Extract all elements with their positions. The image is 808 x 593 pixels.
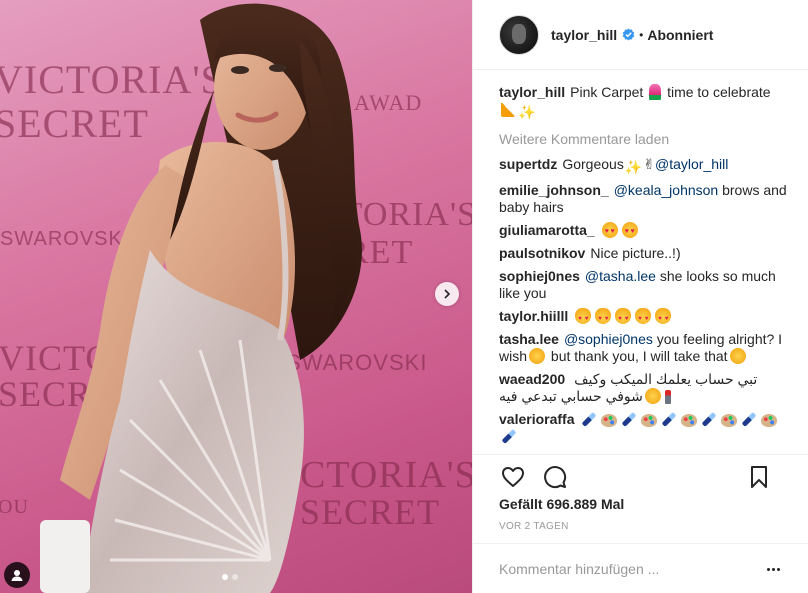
heart-eyes-emoji-icon: [601, 222, 618, 240]
follow-status-button[interactable]: Abonniert: [647, 27, 713, 43]
comment-item: waead200 تبي حساب يعلمك الميكب وكيف تبدع…: [499, 371, 789, 405]
comment-item: taylor.hiilll: [499, 308, 789, 328]
comment-text: Gorgeous: [562, 156, 624, 172]
heart-eyes-cat-emoji-icon: [575, 308, 592, 328]
comment-author[interactable]: emilie_johnson_: [499, 182, 609, 198]
comment-mention[interactable]: @keala_johnson: [614, 182, 719, 198]
comment-item: paulsotnikov Nice picture..!): [499, 245, 789, 262]
more-options-icon: [767, 567, 770, 571]
paintbrush-emoji-icon: [582, 412, 597, 427]
bookmark-icon: [751, 466, 767, 488]
paintbrush-emoji-icon: [662, 412, 677, 427]
caption-text: time to celebrate: [667, 84, 771, 100]
comment-input[interactable]: [499, 560, 749, 577]
comments-list: taylor_hill Pink Carpet time to celebrate…: [499, 84, 789, 454]
artist-palette-emoji-icon: [641, 414, 658, 427]
comment-item: sophiej0nes @tasha.lee she looks so much …: [499, 268, 789, 302]
comment-mention[interactable]: @sophiej0nes: [564, 331, 653, 347]
comment-author[interactable]: valerioraffa: [499, 411, 574, 427]
comment-item: valerioraffa: [499, 411, 789, 445]
sparkles-emoji-icon: ✨: [624, 159, 643, 175]
comment-text: Nice picture..!): [590, 245, 681, 261]
tears-of-joy-emoji-icon: [529, 348, 546, 364]
comment-author[interactable]: tasha.lee: [499, 331, 559, 347]
heart-eyes-cat-emoji-icon: [635, 308, 652, 328]
more-options-dot: [777, 567, 780, 571]
smirk-emoji-icon: [729, 348, 746, 364]
comment-item: tasha.lee @sophiej0nes you feeling alrigh…: [499, 331, 789, 365]
comment-author[interactable]: waead200: [499, 371, 565, 387]
post-photo[interactable]: VICTORIA'S SECRET AWAD CTORIA'S RET SWAR…: [0, 0, 472, 593]
more-options-button[interactable]: [767, 563, 783, 575]
post-side-panel: taylor_hill • Abonniert taylor_hill Pink …: [472, 0, 808, 593]
carousel-indicator: [222, 574, 238, 580]
heart-eyes-cat-emoji-icon: [595, 308, 612, 328]
add-comment-bar: [473, 543, 808, 593]
model-figure: [40, 3, 362, 593]
paintbrush-emoji-icon: [702, 412, 717, 427]
comment-item: emilie_johnson_ @keala_johnson brows and …: [499, 182, 789, 216]
comment-text: شوفي حسابي: [560, 388, 643, 404]
comment-item: supertdz Gorgeous✨✌@taylor_hill: [499, 156, 789, 176]
comment-mention[interactable]: @taylor_hill: [655, 156, 728, 172]
post-actions-bar: [473, 454, 808, 494]
load-more-comments-link[interactable]: Weitere Kommentare laden: [499, 131, 789, 147]
comment-author[interactable]: taylor.hiilll: [499, 308, 568, 324]
paintbrush-emoji-icon: [501, 429, 517, 444]
victory-hand-emoji-icon: ✌: [643, 156, 655, 172]
header-separator: •: [639, 27, 644, 42]
relieved-emoji-icon: [644, 388, 661, 404]
artist-palette-emoji-icon: [601, 414, 618, 427]
comment-author[interactable]: giuliamarotta_: [499, 222, 595, 238]
verified-badge-icon: [622, 28, 635, 41]
more-options-dot: [772, 567, 775, 571]
like-count[interactable]: Gefällt 696.889 Mal: [499, 496, 624, 512]
post-header: taylor_hill • Abonniert: [473, 0, 808, 70]
carousel-dot: [232, 574, 238, 580]
sparkles-emoji-icon: ✨: [518, 104, 536, 120]
artist-palette-emoji-icon: [761, 414, 778, 427]
caption-author[interactable]: taylor_hill: [499, 84, 565, 100]
comment-icon: [544, 466, 567, 489]
party-popper-emoji-icon: [501, 101, 515, 117]
save-button[interactable]: [745, 463, 773, 491]
tulip-emoji-icon: [649, 84, 662, 100]
paintbrush-emoji-icon: [742, 412, 757, 427]
like-button[interactable]: [499, 463, 527, 491]
heart-eyes-cat-emoji-icon: [615, 308, 632, 328]
paintbrush-emoji-icon: [622, 412, 637, 427]
chevron-right-icon: [444, 289, 451, 299]
comment-button[interactable]: [541, 463, 569, 491]
comment-item: giuliamarotta_: [499, 222, 789, 240]
post-timestamp[interactable]: VOR 2 TAGEN: [499, 521, 569, 532]
comment-text: but thank you, I will take that: [550, 348, 728, 364]
avatar[interactable]: [499, 14, 539, 55]
comment-author[interactable]: sophiej0nes: [499, 268, 580, 284]
lipstick-emoji-icon: [664, 390, 671, 404]
header-username[interactable]: taylor_hill: [551, 27, 617, 43]
post-caption: taylor_hill Pink Carpet time to celebrate…: [499, 84, 789, 121]
heart-icon: [502, 467, 524, 487]
heart-eyes-emoji-icon: [621, 222, 638, 240]
comment-author[interactable]: paulsotnikov: [499, 245, 585, 261]
comment-author[interactable]: supertdz: [499, 156, 557, 172]
instagram-post: VICTORIA'S SECRET AWAD CTORIA'S RET SWAR…: [0, 0, 808, 593]
artist-palette-emoji-icon: [721, 414, 738, 427]
carousel-dot-active: [222, 574, 228, 580]
next-image-button[interactable]: [435, 282, 459, 306]
tagged-users-button[interactable]: [4, 562, 30, 588]
comment-mention[interactable]: @tasha.lee: [585, 268, 656, 284]
heart-eyes-cat-emoji-icon: [655, 308, 672, 328]
artist-palette-emoji-icon: [681, 414, 698, 427]
caption-text: Pink Carpet: [570, 84, 644, 100]
user-tag-icon: [11, 570, 23, 581]
